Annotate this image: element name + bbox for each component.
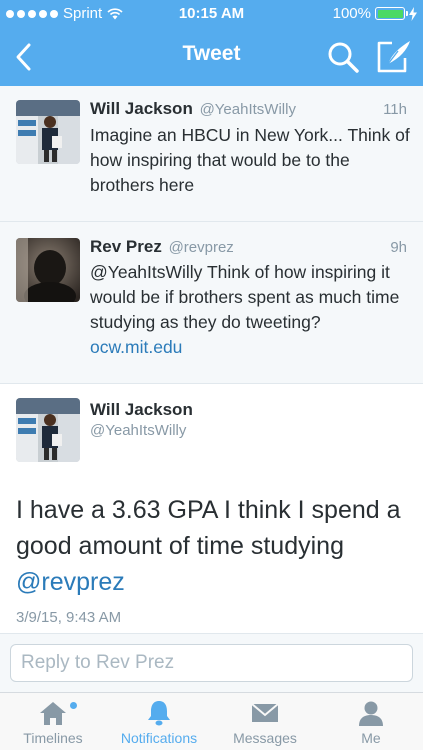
- tab-messages[interactable]: Messages: [212, 693, 318, 750]
- avatar[interactable]: [16, 100, 80, 164]
- reply-input[interactable]: [10, 644, 413, 682]
- tweet-time: 9h: [390, 239, 407, 256]
- tweet-text: @YeahItsWilly Think of how inspiring it …: [90, 262, 400, 332]
- author-line: Rev Prez @revprez: [90, 237, 234, 257]
- tab-timelines[interactable]: Timelines: [0, 693, 106, 750]
- author-handle[interactable]: @YeahItsWilly: [200, 101, 296, 118]
- tab-label: Timelines: [23, 730, 83, 746]
- battery-percent: 100%: [332, 5, 371, 22]
- envelope-icon: [251, 703, 279, 722]
- reply-bar: [0, 634, 423, 692]
- tweet-text: Imagine an HBCU in New York... Think of …: [90, 125, 410, 195]
- home-icon: [40, 702, 66, 725]
- compose-icon[interactable]: [374, 38, 412, 74]
- avatar[interactable]: [16, 238, 80, 302]
- author-handle[interactable]: @revprez: [169, 239, 234, 256]
- tab-label: Notifications: [120, 730, 198, 746]
- tweet-text: I have a 3.63 GPA I think I spend a good…: [16, 496, 401, 560]
- author-name[interactable]: Will Jackson: [90, 400, 193, 420]
- battery-icon: [375, 7, 408, 20]
- status-bar: Sprint 10:15 AM 100%: [0, 0, 423, 28]
- tweet-item[interactable]: Will Jackson @YeahItsWilly 11h Imagine a…: [0, 86, 423, 222]
- tab-label: Me: [361, 730, 381, 746]
- author-handle[interactable]: @YeahItsWilly: [90, 422, 186, 439]
- tab-notifications[interactable]: Notifications: [106, 693, 212, 750]
- author-name[interactable]: Rev Prez: [90, 237, 162, 256]
- avatar[interactable]: [16, 398, 80, 462]
- nav-bar: Tweet: [0, 28, 423, 86]
- tab-bar: Timelines Notifications Messages Me: [0, 692, 423, 750]
- author-line: Will Jackson @YeahItsWilly: [90, 99, 296, 119]
- bell-icon: [148, 701, 170, 726]
- person-icon: [359, 701, 383, 726]
- status-right: 100%: [333, 5, 417, 22]
- tweet-text-block: @YeahItsWilly Think of how inspiring it …: [90, 260, 410, 360]
- search-icon[interactable]: [326, 40, 360, 74]
- tweet-time: 11h: [383, 101, 407, 118]
- top-bar: Sprint 10:15 AM 100% Tweet: [0, 0, 423, 86]
- charging-bolt-icon: [409, 6, 417, 21]
- new-content-dot: [70, 702, 77, 709]
- focused-tweet: Will Jackson @YeahItsWilly I have a 3.63…: [0, 384, 423, 634]
- tweet-text-block: I have a 3.63 GPA I think I spend a good…: [16, 492, 411, 600]
- tab-label: Messages: [233, 730, 297, 746]
- tweet-link[interactable]: ocw.mit.edu: [90, 337, 182, 357]
- tab-me[interactable]: Me: [318, 693, 423, 750]
- mention-link[interactable]: @revprez: [16, 568, 125, 596]
- author-name[interactable]: Will Jackson: [90, 99, 193, 118]
- tweet-timestamp: 3/9/15, 9:43 AM: [16, 609, 122, 626]
- tweet-item[interactable]: Rev Prez @revprez 9h @YeahItsWilly Think…: [0, 222, 423, 384]
